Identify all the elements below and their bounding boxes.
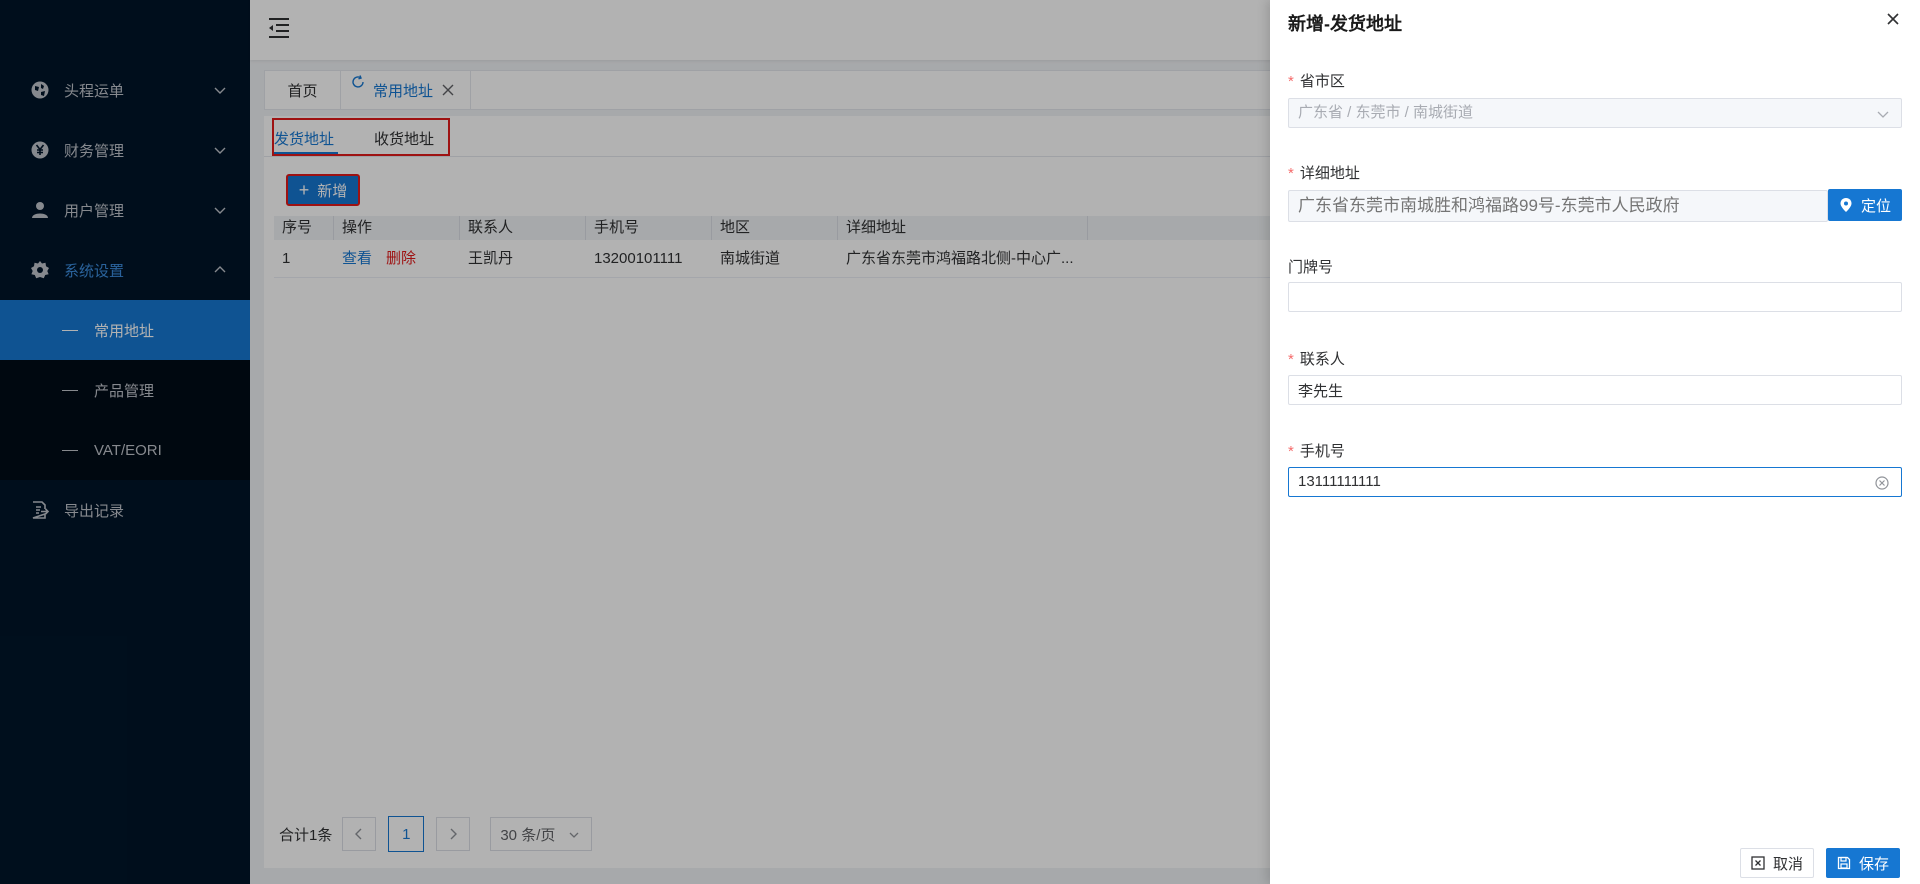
locate-button-label: 定位 bbox=[1860, 197, 1891, 215]
close-square-icon bbox=[1751, 856, 1765, 870]
clear-icon[interactable] bbox=[1875, 476, 1889, 490]
cancel-button-label: 取消 bbox=[1772, 855, 1803, 873]
phone-input[interactable]: 13111111111 bbox=[1288, 467, 1902, 497]
phone-input-value: 13111111111 bbox=[1298, 473, 1381, 490]
locate-button[interactable]: 定位 bbox=[1828, 189, 1902, 221]
chevron-down-icon bbox=[1877, 111, 1889, 118]
drawer-title: 新增-发货地址 bbox=[1288, 14, 1402, 34]
required-mark: * bbox=[1288, 443, 1294, 460]
contact-input[interactable] bbox=[1288, 375, 1902, 405]
location-pin-icon bbox=[1840, 198, 1852, 212]
address-label: * 详细地址 bbox=[1288, 162, 1360, 183]
contact-label-text: 联系人 bbox=[1299, 351, 1345, 368]
door-label-text: 门牌号 bbox=[1288, 259, 1334, 276]
required-mark: * bbox=[1288, 165, 1294, 182]
phone-label-text: 手机号 bbox=[1299, 443, 1345, 460]
address-drawer: 新增-发货地址 * 省市区 广东省 / 东莞市 / 南城街道 * 详细地址 定位 门… bbox=[1270, 0, 1920, 884]
region-select[interactable]: 广东省 / 东莞市 / 南城街道 bbox=[1288, 98, 1902, 128]
required-mark: * bbox=[1288, 351, 1294, 368]
door-label: 门牌号 bbox=[1288, 256, 1333, 277]
phone-label: * 手机号 bbox=[1288, 440, 1345, 461]
address-label-text: 详细地址 bbox=[1299, 165, 1360, 182]
address-input[interactable] bbox=[1288, 190, 1828, 222]
save-button[interactable]: 保存 bbox=[1826, 848, 1900, 878]
modal-overlay[interactable] bbox=[0, 0, 1270, 884]
region-label-text: 省市区 bbox=[1299, 73, 1345, 90]
close-icon[interactable] bbox=[1884, 10, 1902, 28]
region-label: * 省市区 bbox=[1288, 70, 1345, 91]
door-number-input[interactable] bbox=[1288, 282, 1902, 312]
contact-label: * 联系人 bbox=[1288, 348, 1345, 369]
required-mark: * bbox=[1288, 73, 1294, 90]
cancel-button[interactable]: 取消 bbox=[1740, 848, 1814, 878]
save-icon bbox=[1837, 856, 1851, 870]
save-button-label: 保存 bbox=[1858, 855, 1889, 873]
region-select-value: 广东省 / 东莞市 / 南城街道 bbox=[1298, 104, 1474, 121]
